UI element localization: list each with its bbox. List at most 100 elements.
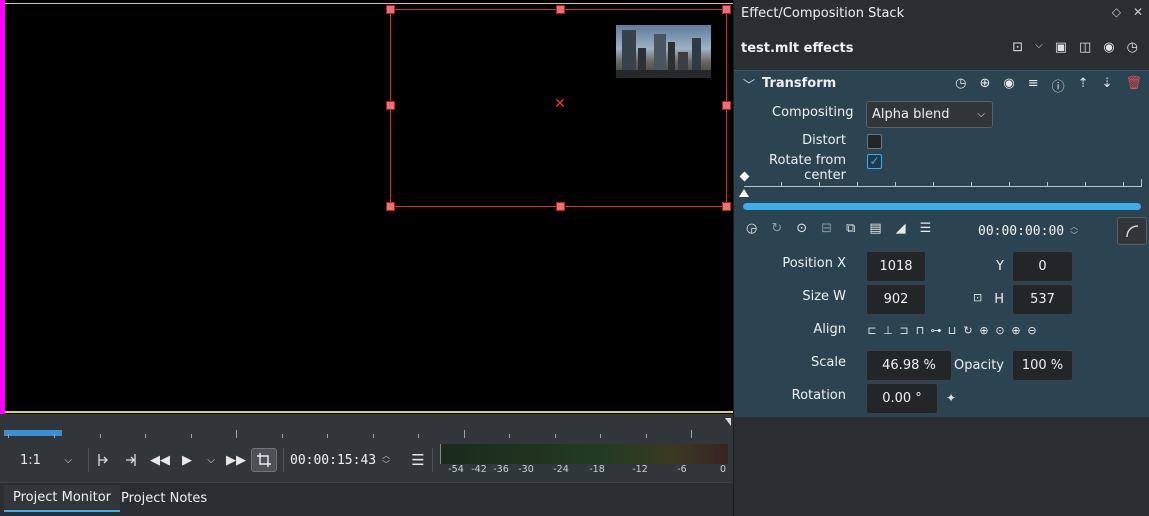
- meter-label: -36: [493, 464, 509, 475]
- handle-bottom-right[interactable]: [722, 202, 731, 211]
- position-x-field[interactable]: 1018: [866, 251, 926, 282]
- stack-header: test.mlt effects ⊡ ⌵ ▣ ◫ ◉ ◷: [734, 30, 1149, 68]
- keyframe-align-icon[interactable]: ⊟: [821, 221, 832, 236]
- next-keyframe-icon[interactable]: ⊙: [796, 221, 807, 236]
- eye-icon[interactable]: ◉: [1003, 76, 1014, 95]
- move-up-icon[interactable]: ⇡: [1078, 76, 1089, 95]
- edit-mode-crop-button[interactable]: [251, 448, 277, 472]
- center-marker-icon[interactable]: ✕: [554, 97, 566, 111]
- align-top-icon[interactable]: ⊓: [914, 324, 926, 337]
- zone-end-marker[interactable]: [725, 418, 731, 426]
- y-label: Y: [996, 259, 1004, 274]
- keyframe-menu-icon[interactable]: ☰: [920, 221, 932, 236]
- compositing-value: Alpha blend: [872, 107, 950, 122]
- tab-project-notes[interactable]: Project Notes: [112, 485, 216, 512]
- zoom-original-icon[interactable]: ⊙: [994, 324, 1006, 337]
- h-label: H: [994, 292, 1004, 307]
- interpolation-icon[interactable]: ◢: [896, 221, 906, 236]
- reset-rotation-icon[interactable]: ↻: [962, 324, 974, 337]
- panel-title: Effect/Composition Stack: [741, 6, 905, 21]
- effect-header[interactable]: ﹀ Transform ◷ ⊕ ◉ ≡ ⓘ ⇡ ⇣ 🗑: [734, 71, 1149, 98]
- align-label: Align: [813, 322, 846, 337]
- keyframe-timecode-spinner[interactable]: ︿ ﹀: [1070, 222, 1078, 240]
- info-icon[interactable]: ⓘ: [1052, 76, 1065, 95]
- set-zone-out-icon[interactable]: [122, 448, 140, 472]
- zoom-icon[interactable]: ⊕: [980, 76, 991, 95]
- handle-bottom-left[interactable]: [386, 202, 395, 211]
- opacity-field[interactable]: 100 %: [1012, 350, 1073, 381]
- distort-checkbox[interactable]: [867, 134, 882, 149]
- size-w-field[interactable]: 902: [866, 284, 926, 315]
- chevron-down-icon[interactable]: ⌵: [1035, 40, 1043, 55]
- fast-forward-icon[interactable]: ▶▶: [225, 448, 247, 472]
- handle-middle-left[interactable]: [386, 101, 395, 110]
- zoom-select[interactable]: 1:1 ⌵: [10, 448, 80, 472]
- curve-editor-button[interactable]: [1117, 217, 1147, 245]
- set-zone-in-icon[interactable]: [94, 448, 112, 472]
- effect-zone-bar[interactable]: [743, 203, 1141, 210]
- float-panel-icon[interactable]: ◇: [1112, 5, 1121, 19]
- keyframe-timecode-value: 00:00:00:00: [978, 223, 1065, 239]
- collapse-chevron-icon[interactable]: ﹀: [743, 76, 755, 93]
- rotate-from-center-checkbox[interactable]: ✓: [867, 154, 882, 169]
- handle-top-center[interactable]: [556, 5, 565, 14]
- save-icon[interactable]: ▣: [1055, 40, 1067, 55]
- rewind-icon[interactable]: ◀◀: [149, 448, 171, 472]
- add-keyframe-icon[interactable]: ◶: [746, 221, 757, 236]
- timecode-spinner[interactable]: ︿ ﹀: [382, 451, 390, 469]
- settings-sliders-icon[interactable]: ≡: [1028, 76, 1039, 95]
- zoom-out-icon[interactable]: ⊖: [1026, 324, 1038, 337]
- top-safe-line: [5, 3, 733, 4]
- paste-icon[interactable]: ▤: [869, 221, 881, 236]
- close-icon[interactable]: ✕: [1133, 5, 1143, 19]
- hamburger-menu-icon[interactable]: ☰: [408, 448, 428, 472]
- transport-toolbar: 1:1 ⌵ ◀◀ ▶ ⌵ ▶▶ 00:00:15:43 ︿ ﹀ ☰ -54 -4…: [0, 438, 733, 482]
- align-bottom-icon[interactable]: ⊔: [946, 324, 958, 337]
- keyframe-timer-icon[interactable]: ◷: [955, 76, 966, 95]
- copy-icon[interactable]: ⧉: [846, 221, 855, 236]
- align-right-icon[interactable]: ⊐: [898, 324, 910, 337]
- redo-keyframe-icon[interactable]: ↻: [771, 221, 782, 236]
- play-icon[interactable]: ▶: [177, 448, 197, 472]
- handle-top-right[interactable]: [722, 5, 731, 14]
- rotation-field[interactable]: 0.00 °: [866, 383, 938, 414]
- scale-field[interactable]: 46.98 %: [866, 350, 952, 381]
- align-hcenter-icon[interactable]: ⊥: [882, 324, 894, 337]
- rotation-dial-icon[interactable]: ✦: [946, 391, 956, 405]
- timer-icon[interactable]: ◷: [1127, 40, 1138, 55]
- h-field[interactable]: 537: [1012, 284, 1073, 315]
- y-field[interactable]: 0: [1012, 251, 1073, 282]
- meter-label: -24: [553, 464, 569, 475]
- keyframe-playhead-icon[interactable]: [739, 189, 749, 197]
- rotation-label: Rotation: [791, 388, 846, 403]
- keyframe-ruler[interactable]: [744, 186, 1142, 187]
- align-left-icon[interactable]: ⊏: [866, 324, 878, 337]
- video-frame-image: [616, 25, 711, 78]
- stack-subtitle: test.mlt effects: [741, 41, 854, 56]
- handle-top-left[interactable]: [386, 5, 395, 14]
- align-vcenter-icon[interactable]: ⊶: [930, 324, 942, 337]
- monitor-ruler[interactable]: [0, 414, 733, 438]
- keyframe-timecode[interactable]: 00:00:00:00 ︿ ﹀: [978, 222, 1078, 240]
- delete-icon[interactable]: 🗑: [1125, 76, 1142, 95]
- link-icon[interactable]: ⊡: [1012, 40, 1023, 55]
- zoom-fit-icon[interactable]: ⊕: [978, 324, 990, 337]
- monitor-viewport[interactable]: ✕: [0, 0, 733, 414]
- meter-label: -6: [677, 464, 687, 475]
- play-options-chevron-icon[interactable]: ⌵: [203, 448, 219, 472]
- monitor-timecode[interactable]: 00:00:15:43 ︿ ﹀: [290, 448, 390, 472]
- lock-ratio-icon[interactable]: ⊡: [973, 291, 982, 304]
- handle-bottom-center[interactable]: [556, 202, 565, 211]
- zoom-in-icon[interactable]: ⊕: [1010, 324, 1022, 337]
- eye-icon[interactable]: ◉: [1103, 40, 1114, 55]
- move-down-icon[interactable]: ⇣: [1102, 76, 1113, 95]
- effect-title: Transform: [762, 76, 837, 91]
- compositing-select[interactable]: Alpha blend ⌵: [866, 101, 993, 128]
- tab-project-monitor[interactable]: Project Monitor: [4, 485, 121, 512]
- handle-middle-right[interactable]: [722, 101, 731, 110]
- curve-icon: [1126, 225, 1139, 238]
- compare-split-icon[interactable]: ◫: [1079, 40, 1091, 55]
- effect-stack-panel: Effect/Composition Stack ◇ ✕ test.mlt ef…: [733, 0, 1149, 516]
- chevron-down-icon: ⌵: [64, 454, 72, 466]
- meter-label: -54: [448, 464, 464, 475]
